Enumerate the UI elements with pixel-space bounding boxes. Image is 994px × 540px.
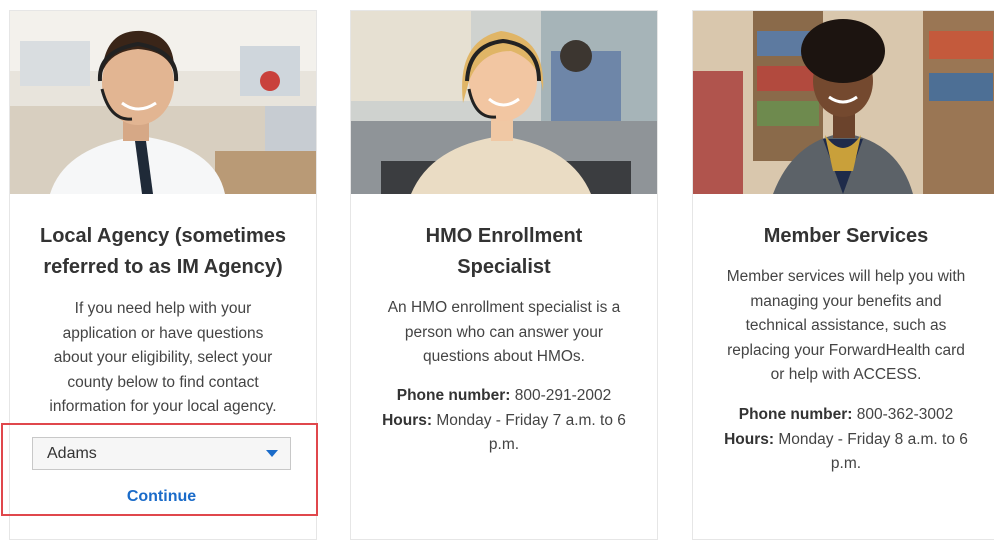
card-title: Member Services xyxy=(763,225,929,247)
contact-info: Phone number: 800-362-3002 Hours: Monday… xyxy=(705,403,987,477)
phone-number: 800-291-2002 xyxy=(514,387,612,404)
member-services-card: Member Services Member services will hel… xyxy=(692,10,994,540)
phone-line: Phone number: 800-362-3002 xyxy=(738,406,954,423)
agent-photo-woman-headset xyxy=(351,11,657,194)
agent-photo-man-headset xyxy=(10,11,316,194)
hours-line: Hours: Monday - Friday 7 a.m. to 6 xyxy=(382,411,626,429)
caret-down-icon xyxy=(266,450,278,457)
agent-photo-woman-library xyxy=(693,11,994,194)
hmo-enrollment-card: HMO Enrollment Specialist An HMO enrollm… xyxy=(350,10,658,540)
hours-line: Hours: Monday - Friday 8 a.m. to 6 xyxy=(724,430,968,448)
card-description: An HMO enrollment specialist is a person… xyxy=(387,299,621,365)
card-description: Member services will help you with manag… xyxy=(726,268,966,383)
contact-info: Phone number: 800-291-2002 Hours: Monday… xyxy=(363,384,645,458)
phone-number: 800-362-3002 xyxy=(856,406,954,423)
phone-line: Phone number: 800-291-2002 xyxy=(396,387,612,404)
county-select-value: Adams xyxy=(47,445,97,462)
card-title: HMO Enrollment Specialist xyxy=(425,225,583,278)
card-title: Local Agency (sometimes referred to as I… xyxy=(39,225,286,278)
card-description: If you need help with your application o… xyxy=(49,300,277,415)
county-select[interactable]: Adams xyxy=(32,437,291,470)
continue-button[interactable]: Continue xyxy=(32,488,291,506)
